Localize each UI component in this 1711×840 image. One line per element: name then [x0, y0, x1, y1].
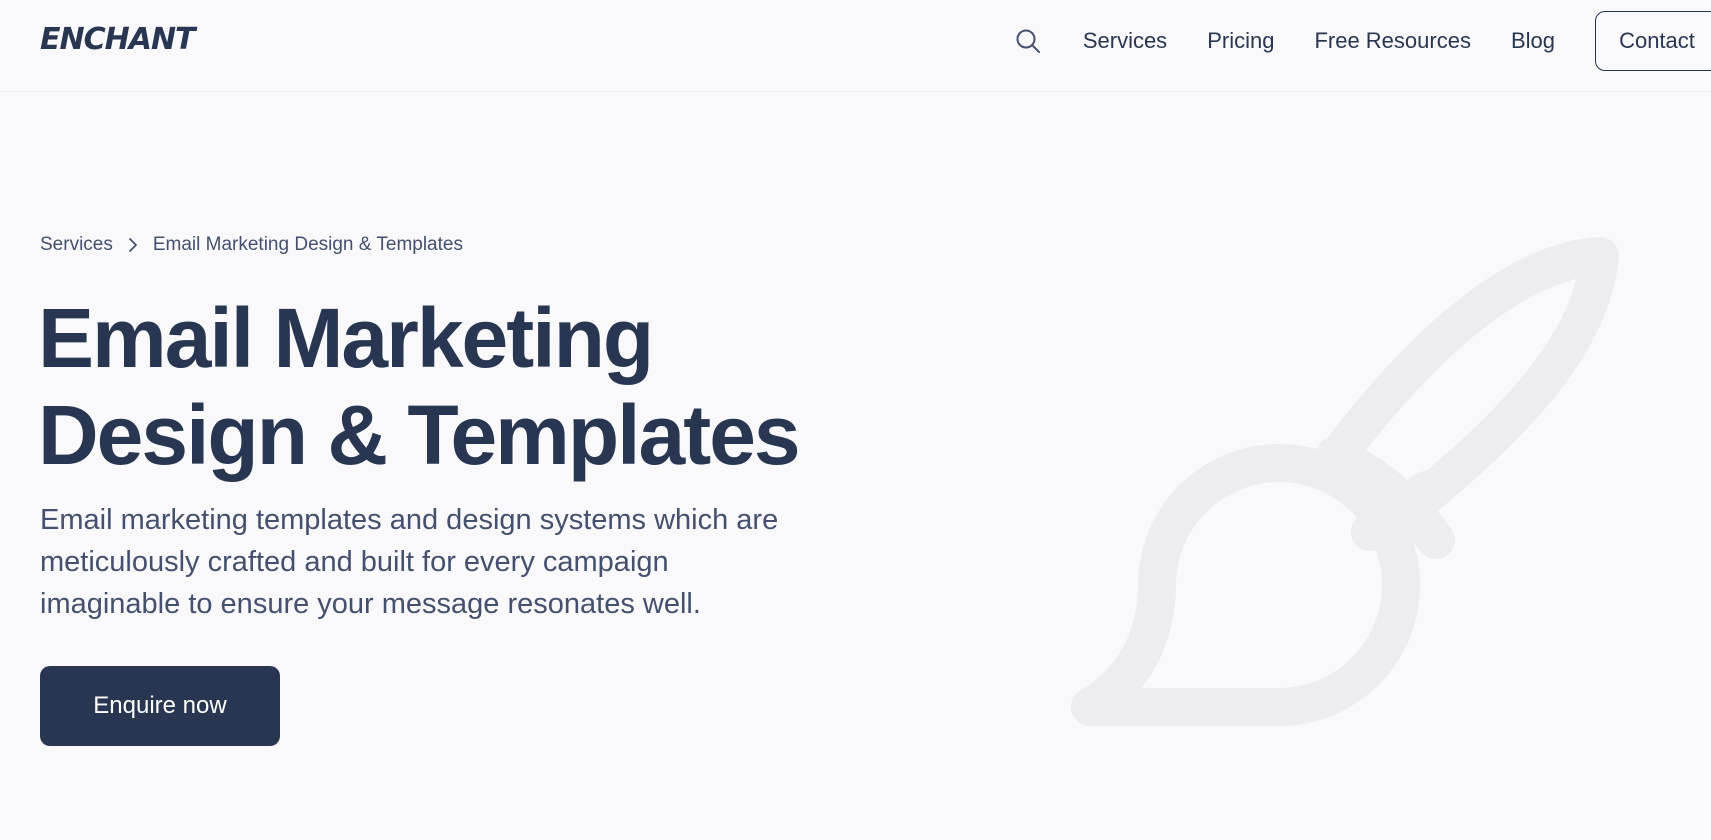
- breadcrumb: Services Email Marketing Design & Templa…: [40, 232, 463, 258]
- page-title-line-2: Design & Templates: [38, 388, 801, 482]
- site-header: ENCHANT Services Pricing Free Resources …: [0, 0, 1711, 92]
- paintbrush-icon: [1060, 230, 1630, 755]
- hero-subtitle-line-1: Email marketing templates and design sys…: [40, 504, 779, 536]
- breadcrumb-current: Email Marketing Design & Templates: [152, 234, 463, 255]
- chevron-right-icon: [113, 237, 153, 253]
- nav-services[interactable]: Services: [1083, 26, 1167, 56]
- search-icon[interactable]: [1015, 28, 1041, 54]
- contact-button[interactable]: Contact: [1595, 11, 1711, 71]
- nav-blog[interactable]: Blog: [1511, 26, 1555, 56]
- hero-subtitle: Email marketing templates and design sys…: [40, 499, 860, 625]
- hero-subtitle-line-2: meticulously crafted and built for every…: [40, 546, 669, 578]
- nav-free-resources[interactable]: Free Resources: [1314, 26, 1471, 56]
- logo[interactable]: ENCHANT: [40, 22, 196, 58]
- nav-pricing[interactable]: Pricing: [1207, 26, 1274, 56]
- breadcrumb-services[interactable]: Services: [40, 232, 113, 258]
- page-title: Email Marketing Design & Templates: [38, 290, 938, 484]
- enquire-now-button[interactable]: Enquire now: [40, 666, 280, 746]
- main-nav: Services Pricing Free Resources Blog Con…: [1015, 0, 1711, 82]
- page-title-line-1: Email Marketing: [38, 291, 654, 385]
- hero-subtitle-line-3: imaginable to ensure your message resona…: [40, 588, 701, 620]
